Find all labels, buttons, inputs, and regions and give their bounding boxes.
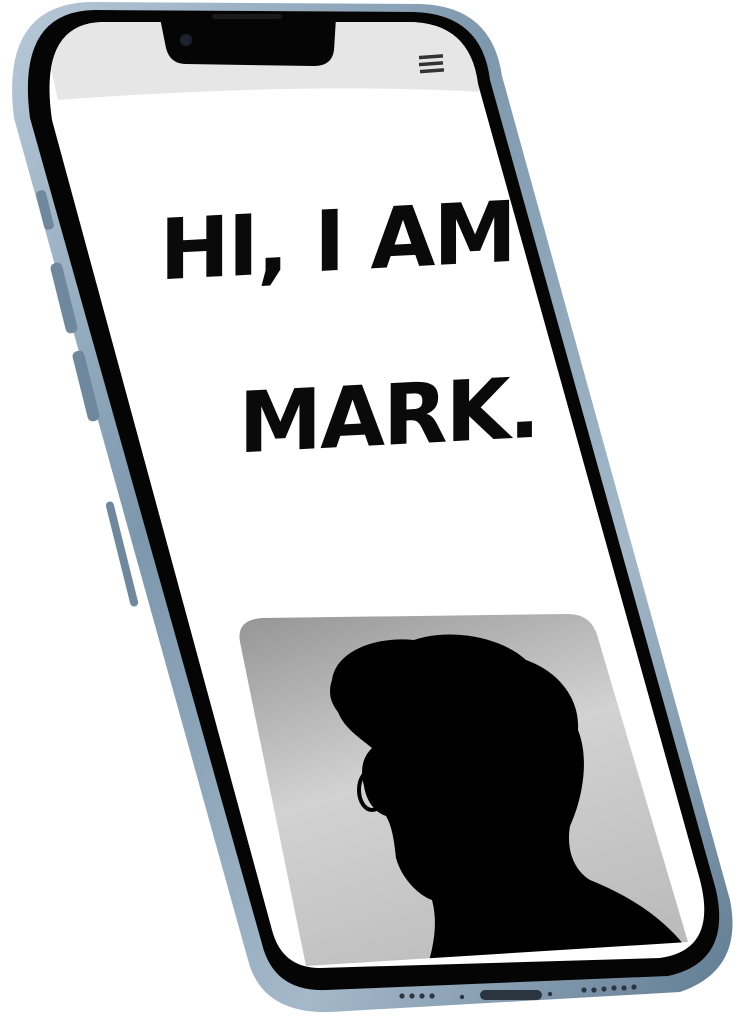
hero-headline-line-1: HI, I AM xyxy=(160,183,515,300)
phone-mockup: HI, I AM MARK. xyxy=(12,2,733,1013)
speaker-grille xyxy=(212,14,282,19)
front-camera-icon xyxy=(180,34,192,46)
hero-headline-line-2: MARK. xyxy=(239,359,539,473)
hamburger-menu-icon[interactable] xyxy=(418,54,445,74)
